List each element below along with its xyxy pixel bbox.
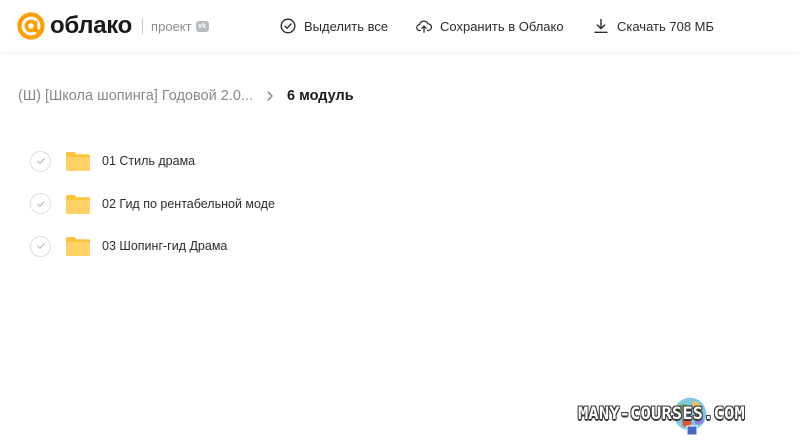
cloud-upload-icon bbox=[416, 20, 432, 33]
select-all-label: Выделить все bbox=[304, 18, 389, 34]
watermark: MANY-COURSES.COM bbox=[578, 392, 792, 442]
top-bar: облако проект vk Выделить все Сохранить … bbox=[0, 0, 800, 52]
download-label: Скачать 708 МБ bbox=[617, 18, 715, 34]
download-button[interactable]: Скачать 708 МБ bbox=[593, 0, 714, 52]
breadcrumb: (Ш) [Школа шопинга] Годовой 2.0... 6 мод… bbox=[18, 84, 354, 108]
download-icon bbox=[594, 18, 608, 33]
logo-divider bbox=[142, 18, 144, 34]
list-item-folder[interactable]: 02 Гид по рентабельной моде bbox=[30, 183, 430, 226]
at-sign-icon bbox=[17, 12, 45, 40]
project-label: проект bbox=[151, 18, 192, 34]
checkmark-icon bbox=[36, 243, 45, 250]
select-checkbox[interactable] bbox=[30, 193, 51, 215]
select-checkbox[interactable] bbox=[30, 150, 51, 172]
list-item-folder[interactable]: 01 Стиль драма bbox=[30, 140, 430, 183]
save-to-cloud-label: Сохранить в Облако bbox=[440, 18, 564, 34]
select-checkbox[interactable] bbox=[30, 235, 51, 257]
folder-icon bbox=[66, 194, 90, 214]
breadcrumb-parent-link[interactable]: (Ш) [Школа шопинга] Годовой 2.0... bbox=[18, 88, 253, 104]
logo-text: облако bbox=[50, 12, 133, 39]
vk-badge: vk bbox=[195, 20, 209, 32]
folder-icon bbox=[66, 152, 90, 172]
select-all-button[interactable]: Выделить все bbox=[280, 0, 388, 52]
list-item-folder[interactable]: 03 Шопинг-гид Драма bbox=[30, 225, 430, 268]
file-name: 01 Стиль драма bbox=[102, 154, 196, 169]
file-name: 02 Гид по рентабельной моде bbox=[102, 196, 275, 211]
file-name: 03 Шопинг-гид Драма bbox=[102, 239, 228, 254]
check-circle-icon bbox=[280, 18, 296, 34]
save-to-cloud-button[interactable]: Сохранить в Облако bbox=[416, 0, 564, 52]
file-list: 01 Стиль драма 02 Гид по рентабельной мо… bbox=[30, 140, 430, 268]
checkmark-icon bbox=[36, 158, 45, 165]
logo[interactable]: облако проект vk bbox=[16, 10, 209, 42]
chevron-right-icon bbox=[267, 91, 273, 101]
breadcrumb-current: 6 модуль bbox=[286, 88, 354, 104]
checkmark-icon bbox=[36, 200, 45, 207]
watermark-text: MANY-COURSES.COM bbox=[578, 404, 745, 424]
folder-icon bbox=[66, 237, 90, 257]
